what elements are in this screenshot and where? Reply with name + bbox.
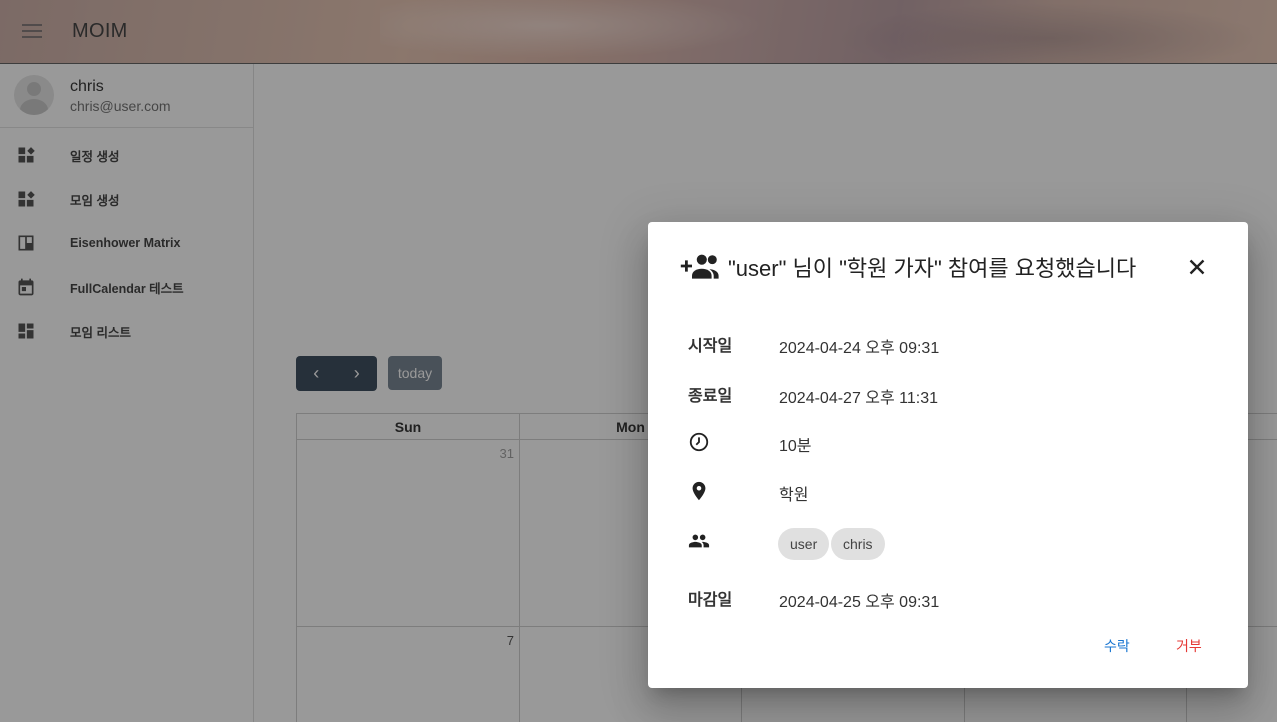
- end-date-label: 종료일: [688, 388, 733, 405]
- deadline-value: 2024-04-25 오후 09:31: [779, 594, 940, 611]
- start-date-value: 2024-04-24 오후 09:31: [779, 340, 940, 357]
- group-add-icon: [680, 254, 719, 279]
- alarm-value: 10분: [779, 438, 812, 455]
- reject-button[interactable]: 거부: [1176, 636, 1202, 656]
- accept-button[interactable]: 수락: [1104, 636, 1130, 656]
- close-icon[interactable]: [1184, 254, 1210, 280]
- participant-chip[interactable]: user: [778, 528, 830, 560]
- location-icon: [692, 481, 706, 501]
- deadline-label: 마감일: [688, 592, 733, 609]
- dialog-title: "user" 님이 "학원 가자" 참여를 요청했습니다: [728, 256, 1137, 281]
- participant-chip[interactable]: chris: [831, 528, 885, 560]
- people-icon: [688, 534, 710, 548]
- location-value: 학원: [779, 487, 809, 504]
- start-date-label: 시작일: [688, 338, 733, 355]
- end-date-value: 2024-04-27 오후 11:31: [779, 390, 939, 407]
- join-request-dialog: "user" 님이 "학원 가자" 참여를 요청했습니다 시작일 2024-04…: [648, 222, 1248, 688]
- clock-icon: [689, 432, 709, 452]
